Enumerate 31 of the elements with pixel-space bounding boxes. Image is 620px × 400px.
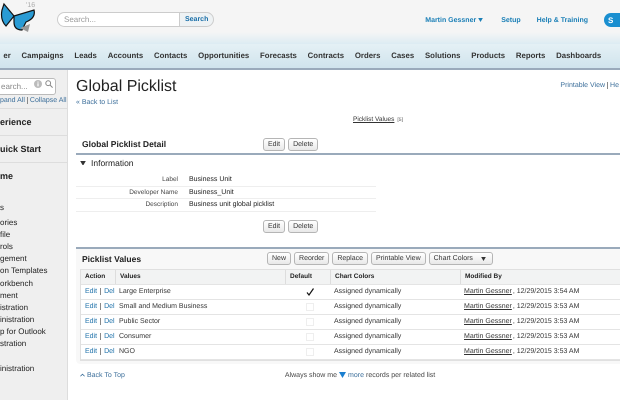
info-icon (34, 80, 42, 88)
search-icon (45, 80, 53, 88)
section-toggle[interactable]: Information (76, 155, 620, 174)
sidebar-item[interactable]: orkbench (0, 276, 67, 290)
sidebar-item[interactable]: ment (0, 289, 67, 302)
sidebar-item[interactable]: on Templates (0, 264, 67, 277)
caret-icon (480, 256, 486, 260)
search-field[interactable]: Search... (57, 12, 179, 27)
sidebar-item[interactable]: me (0, 162, 67, 189)
header-button[interactable]: S (604, 13, 620, 27)
sidebar-item[interactable]: uick Start (0, 135, 67, 162)
sidebar-item[interactable]: ories (0, 216, 67, 228)
expanded-triangle-icon (80, 160, 86, 166)
sidebar-item[interactable]: s (0, 189, 67, 216)
dropdown-triangle-icon (339, 372, 346, 378)
page-title: Global Picklist (76, 78, 176, 96)
caret-icon (478, 18, 484, 22)
sidebar-item[interactable]: file (0, 228, 67, 240)
sidebar-item[interactable]: inistration (0, 350, 67, 378)
butterfly-logo-icon (0, 0, 36, 34)
sidebar-item[interactable]: istration (0, 301, 67, 314)
panel-title: Picklist Values (82, 254, 142, 264)
sidebar-item[interactable]: rols (0, 240, 67, 253)
sidebar-item[interactable]: inistration (0, 314, 67, 326)
up-caret-icon (80, 373, 85, 377)
sidebar-item[interactable]: stration (0, 338, 67, 350)
sidebar-item[interactable]: erience (0, 108, 67, 135)
sidebar-item[interactable]: gement (0, 252, 67, 265)
sidebar-search-field[interactable]: earch... (0, 78, 56, 95)
sidebar-item[interactable]: p for Outlook (0, 326, 67, 338)
section-title: Global Picklist Detail (82, 139, 168, 149)
